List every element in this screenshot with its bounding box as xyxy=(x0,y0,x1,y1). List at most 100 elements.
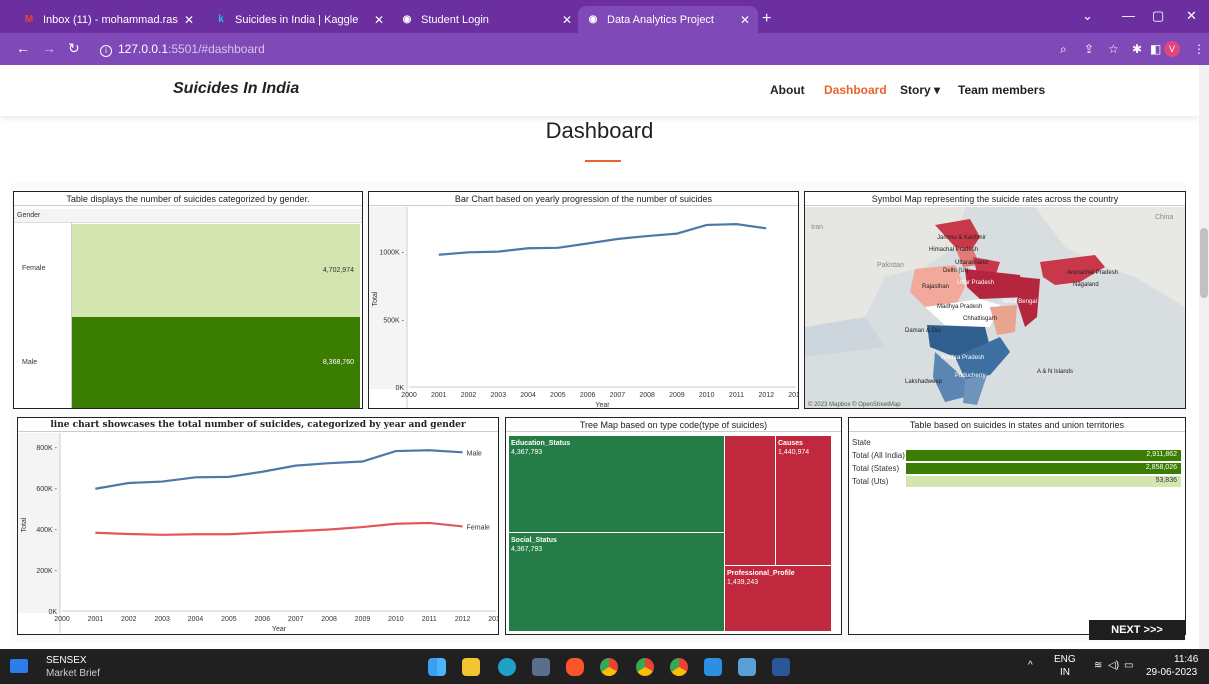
zoom-icon[interactable]: ⌕ xyxy=(1060,42,1067,57)
x-tick-label: 2005 xyxy=(221,616,237,623)
tree-cell-causes[interactable]: Causes 1,440,974 xyxy=(776,436,831,566)
next-button[interactable]: NEXT >>> xyxy=(1089,620,1185,640)
tab-label: Student Login xyxy=(421,13,489,26)
y-axis-label: Total xyxy=(372,291,379,306)
symbol-map-panel[interactable]: Symbol Map representing the suicide rate… xyxy=(804,191,1186,409)
word-icon[interactable] xyxy=(772,658,790,676)
row-value: 2,911,862 xyxy=(1146,451,1177,458)
tab-data-analytics[interactable]: ◉ Data Analytics Project ✕ xyxy=(578,6,758,33)
url-field[interactable]: i 127.0.0.1:5501/#dashboard xyxy=(100,42,265,57)
gender-line-chart-panel[interactable]: line chart showcases the total number of… xyxy=(17,417,499,635)
y-tick-label: 600K - xyxy=(36,486,57,493)
tab-search-icon[interactable]: ⌄ xyxy=(1082,8,1093,24)
close-icon[interactable]: ✕ xyxy=(374,13,384,27)
close-icon[interactable]: ✕ xyxy=(184,13,194,27)
minimize-icon[interactable]: — xyxy=(1122,8,1135,23)
map-attribution[interactable]: © 2023 Mapbox © OpenStreetMap xyxy=(808,401,901,408)
x-axis-label: Year xyxy=(272,626,287,633)
site-brand[interactable]: Suicides In India xyxy=(173,80,299,98)
state-table-panel[interactable]: Table based on suicides in states and un… xyxy=(848,417,1186,635)
x-tick-label: 2013 xyxy=(788,392,798,399)
chevron-up-icon[interactable]: ^ xyxy=(1028,660,1033,671)
forward-icon[interactable]: → xyxy=(42,40,56,56)
nav-about[interactable]: About xyxy=(770,83,805,97)
start-icon[interactable] xyxy=(428,658,446,676)
x-tick-label: 2011 xyxy=(729,392,744,399)
close-icon[interactable]: ✕ xyxy=(562,13,572,27)
nav-dashboard[interactable]: Dashboard xyxy=(824,83,887,97)
profile-avatar[interactable]: V xyxy=(1164,41,1180,57)
vscode-icon[interactable] xyxy=(704,658,722,676)
state-bar-all-india[interactable]: 2,911,862 xyxy=(906,450,1181,461)
tab-kaggle[interactable]: k Suicides in India | Kaggle ✕ xyxy=(206,6,392,33)
page-scrollbar[interactable] xyxy=(1199,65,1209,649)
cell-name: Professional_Profile xyxy=(727,570,795,577)
close-icon[interactable]: ✕ xyxy=(740,13,750,27)
tab-student-login[interactable]: ◉ Student Login ✕ xyxy=(392,6,580,33)
restore-icon[interactable]: ▢ xyxy=(1152,8,1164,24)
url-host: 127.0.0.1 xyxy=(118,42,169,56)
cell-value: 4,367,793 xyxy=(511,449,543,456)
india-map[interactable]: Iran China Pakistan Jammu & Kashmir Hima… xyxy=(805,207,1185,409)
nav-story[interactable]: Story ▾ xyxy=(900,83,940,97)
reload-icon[interactable]: ↻ xyxy=(68,40,80,57)
snipping-tool-icon[interactable] xyxy=(738,658,756,676)
wifi-icon[interactable]: ≋ xyxy=(1094,660,1102,671)
female-bar[interactable]: 4,702,974 xyxy=(72,224,360,317)
file-explorer-icon[interactable] xyxy=(462,658,480,676)
map-label: China xyxy=(1155,214,1173,221)
tree-cell-social[interactable]: Social_Status 4,367,793 xyxy=(509,533,725,631)
volume-icon[interactable]: ◁) xyxy=(1108,660,1119,671)
x-tick-label: 2009 xyxy=(355,616,371,623)
tree-cell-education[interactable]: Education_Status 4,367,793 xyxy=(509,436,725,533)
gender-table-panel[interactable]: Table displays the number of suicides ca… xyxy=(13,191,363,409)
map-label: Daman & Diu xyxy=(905,328,941,334)
map-label: Lakshadweep xyxy=(905,379,943,385)
star-icon[interactable]: ☆ xyxy=(1108,42,1119,56)
panel-title: line chart showcases the total number of… xyxy=(18,418,498,432)
state-bar-states[interactable]: 2,858,026 xyxy=(906,463,1181,474)
new-tab-icon[interactable]: + xyxy=(762,10,771,28)
nav-team-members[interactable]: Team members xyxy=(958,83,1045,97)
gmail-icon: M xyxy=(24,14,34,25)
clock-time[interactable]: 11:46 xyxy=(1174,654,1198,665)
state-bar-uts[interactable]: 53,836 xyxy=(906,476,1181,487)
map-label: Rajasthan xyxy=(922,284,949,290)
chrome-icon[interactable] xyxy=(600,658,618,676)
male-bar[interactable]: 8,368,760 xyxy=(72,317,360,408)
share-icon[interactable]: ⇪ xyxy=(1084,42,1094,56)
tab-label: Data Analytics Project xyxy=(607,13,714,26)
scrollbar-thumb[interactable] xyxy=(1200,228,1208,298)
language-indicator[interactable]: ENG xyxy=(1054,654,1076,665)
yearly-line-chart[interactable]: 0K 500K - 1000K - 2000 2001 2002 2003 2004 2005 2… xyxy=(369,207,798,409)
gender-line-chart[interactable]: 0K 200K - 400K - 600K - 800K - 2000 2001 2002 20… xyxy=(18,433,498,635)
back-icon[interactable]: ← xyxy=(16,40,30,56)
panel-title: Tree Map based on type code(type of suic… xyxy=(506,418,841,432)
stock-widget-icon[interactable] xyxy=(10,659,28,673)
y-tick-label: 1000K - xyxy=(379,250,404,257)
brave-icon[interactable] xyxy=(566,658,584,676)
panel-title: Table based on suicides in states and un… xyxy=(849,418,1185,432)
store-icon[interactable] xyxy=(532,658,550,676)
clock-date: 29-06-2023 xyxy=(1146,667,1198,678)
tab-inbox[interactable]: M Inbox (11) - mohammad.rasheed ✕ xyxy=(14,6,202,33)
edge-icon[interactable] xyxy=(498,658,516,676)
map-label: Delhi (Ut) xyxy=(943,268,968,274)
menu-icon[interactable]: ⋮ xyxy=(1193,42,1205,56)
chrome-profile-icon[interactable] xyxy=(670,658,688,676)
tree-map-panel[interactable]: Tree Map based on type code(type of suic… xyxy=(505,417,842,635)
info-icon[interactable]: i xyxy=(100,45,112,57)
x-tick-label: 2005 xyxy=(550,392,566,399)
x-tick-label: 2012 xyxy=(455,616,471,623)
side-panel-icon[interactable]: ◧ xyxy=(1150,42,1161,56)
url-path: :5501/#dashboard xyxy=(168,42,265,56)
tree-cell-minor[interactable] xyxy=(725,436,776,566)
tree-cell-professional[interactable]: Professional_Profile 1,439,243 xyxy=(725,566,831,631)
close-window-icon[interactable]: ✕ xyxy=(1186,8,1197,24)
chrome-profile-icon[interactable] xyxy=(636,658,654,676)
yearly-chart-panel[interactable]: Bar Chart based on yearly progression of… xyxy=(368,191,799,409)
battery-icon[interactable]: ▭ xyxy=(1124,660,1133,671)
widget-title[interactable]: SENSEX xyxy=(46,655,87,666)
extensions-icon[interactable]: ✱ xyxy=(1132,42,1142,56)
tab-label: Inbox (11) - mohammad.rasheed xyxy=(43,13,178,26)
